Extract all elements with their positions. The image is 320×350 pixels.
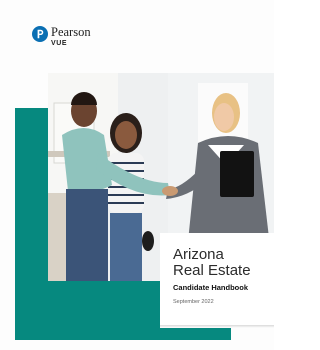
handbook-cover: Pearson VUE Arizona Real Estate Candidat… (0, 0, 274, 350)
cover-title-line-1: Arizona (173, 246, 224, 263)
title-card: Arizona Real Estate Candidate Handbook S… (160, 233, 274, 325)
cover-subtitle: Candidate Handbook (173, 283, 249, 292)
pearson-vue-logo: Pearson VUE (32, 26, 91, 47)
card-edge-shadow (160, 325, 274, 328)
cover-date: September 2022 (173, 299, 214, 305)
logo-sub-text: VUE (51, 39, 68, 47)
logo-brand-text: Pearson (51, 25, 91, 39)
cover-title-line-2: Real Estate (173, 262, 251, 279)
pearson-p-logo-icon (32, 26, 48, 42)
